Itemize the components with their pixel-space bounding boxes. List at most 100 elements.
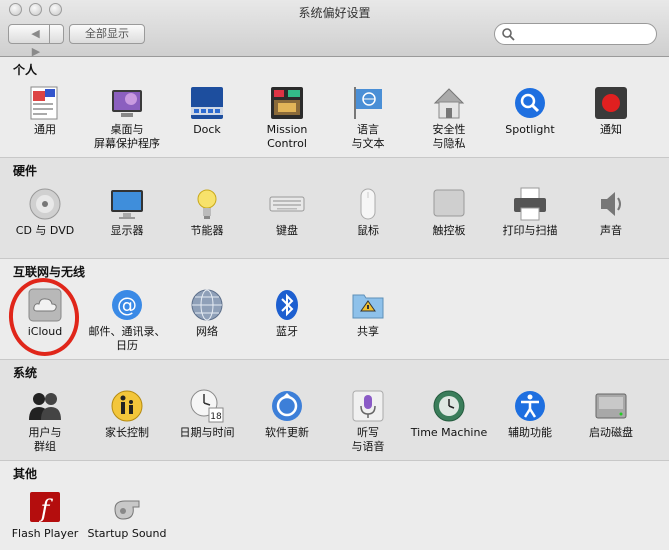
item-label: Time Machine [410, 426, 488, 439]
search-input[interactable] [517, 26, 653, 44]
pref-dock[interactable]: Dock [166, 85, 248, 137]
item-label: 触控板 [432, 224, 466, 237]
item-label: 听写 与语音 [351, 426, 385, 453]
pref-date-time[interactable]: 18 日期与时间 [166, 388, 248, 440]
pref-security-privacy[interactable]: 安全性 与隐私 [408, 85, 490, 151]
bluetooth-icon [269, 287, 305, 323]
item-label: Mission Control [266, 123, 308, 150]
section-system: 系统 用户与 群组 家长控制 18 日期与时间 软件更新 听写 与语音 Time [0, 360, 669, 461]
spotlight-icon [512, 85, 548, 121]
disc-icon [27, 186, 63, 222]
pref-parental-controls[interactable]: 家长控制 [86, 388, 168, 440]
keyboard-icon [269, 186, 305, 222]
accessibility-icon [512, 388, 548, 424]
pref-cd-dvd[interactable]: CD 与 DVD [4, 186, 86, 238]
back-button[interactable]: ◀ [22, 25, 50, 43]
mouse-icon [350, 186, 386, 222]
pref-sharing[interactable]: 共享 [327, 287, 409, 339]
pref-mouse[interactable]: 鼠标 [327, 186, 409, 238]
speaker-icon [593, 186, 629, 222]
item-label: 打印与扫描 [502, 224, 558, 237]
microphone-icon [350, 388, 386, 424]
section-personal: 个人 通用 桌面与 屏幕保护程序 Dock Mission Control 语言… [0, 57, 669, 158]
item-label: 键盘 [276, 224, 298, 237]
item-label: CD 与 DVD [15, 224, 75, 237]
search-field[interactable] [494, 23, 657, 45]
item-label: 桌面与 屏幕保护程序 [94, 123, 160, 150]
un-flag-icon [350, 85, 386, 121]
pref-trackpad[interactable]: 触控板 [408, 186, 490, 238]
pref-users-groups[interactable]: 用户与 群组 [4, 388, 86, 454]
sharing-folder-icon [350, 287, 386, 323]
pref-spotlight[interactable]: Spotlight [489, 85, 571, 137]
section-label: 互联网与无线 [13, 265, 86, 279]
toolbar: 系统偏好设置 ◀▶ 全部显示 [0, 0, 669, 58]
item-label: 节能器 [190, 224, 224, 237]
pref-flash-player[interactable]: f Flash Player [4, 489, 86, 541]
section-hardware: 硬件 CD 与 DVD 显示器 节能器 键盘 鼠标 触控板 打印与扫描 声音 [0, 158, 669, 259]
pref-energy-saver[interactable]: 节能器 [166, 186, 248, 238]
pref-software-update[interactable]: 软件更新 [246, 388, 328, 440]
pref-keyboard[interactable]: 键盘 [246, 186, 328, 238]
desktop-icon [109, 85, 145, 121]
parental-controls-icon [109, 388, 145, 424]
pref-mission-control[interactable]: Mission Control [246, 85, 328, 151]
item-label: 安全性 与隐私 [432, 123, 466, 150]
item-label: 共享 [357, 325, 379, 338]
globe-icon [189, 287, 225, 323]
item-label: 蓝牙 [276, 325, 298, 338]
flash-player-icon: f [27, 489, 63, 525]
general-icon [27, 85, 63, 121]
item-label: Flash Player [11, 527, 79, 540]
time-machine-icon [431, 388, 467, 424]
item-label: 鼠标 [357, 224, 379, 237]
pref-language-text[interactable]: 语言 与文本 [327, 85, 409, 151]
window-title: 系统偏好设置 [298, 6, 371, 20]
pref-dictation-speech[interactable]: 听写 与语音 [327, 388, 409, 454]
pref-network[interactable]: 网络 [166, 287, 248, 339]
pref-general[interactable]: 通用 [4, 85, 86, 137]
pref-bluetooth[interactable]: 蓝牙 [246, 287, 328, 339]
printer-icon [512, 186, 548, 222]
item-label: 启动磁盘 [589, 426, 633, 439]
house-icon [431, 85, 467, 121]
clock-calendar-icon: 18 [189, 388, 225, 424]
pref-desktop-screensaver[interactable]: 桌面与 屏幕保护程序 [86, 85, 168, 151]
item-label: 声音 [600, 224, 622, 237]
item-label: 日期与时间 [179, 426, 235, 439]
at-sign-icon: @ [109, 287, 145, 323]
pref-time-machine[interactable]: Time Machine [408, 388, 490, 440]
pref-mail-contacts-calendars[interactable]: @ 邮件、通讯录、 日历 [86, 287, 168, 353]
pref-startup-sound[interactable]: Startup Sound [86, 489, 168, 541]
section-label: 系统 [13, 366, 38, 380]
section-other: 其他 f Flash Player Startup Sound [0, 461, 669, 550]
lightbulb-icon [189, 186, 225, 222]
pref-notifications[interactable]: 通知 [570, 85, 652, 137]
dock-icon [189, 85, 225, 121]
show-all-button[interactable]: 全部显示 [69, 24, 145, 44]
item-label: 家长控制 [105, 426, 149, 439]
item-label: Spotlight [505, 123, 555, 136]
pref-displays[interactable]: 显示器 [86, 186, 168, 238]
users-icon [27, 388, 63, 424]
item-label: 辅助功能 [508, 426, 552, 439]
pref-accessibility[interactable]: 辅助功能 [489, 388, 571, 440]
item-label: 用户与 群组 [28, 426, 62, 453]
section-label: 其他 [13, 467, 38, 481]
notifications-icon [593, 85, 629, 121]
item-label: Dock [193, 123, 221, 136]
item-label: 网络 [196, 325, 218, 338]
whistle-icon [109, 489, 145, 525]
trackpad-icon [431, 186, 467, 222]
mission-control-icon [269, 85, 305, 121]
item-label: 软件更新 [265, 426, 309, 439]
section-internet-wireless: 互联网与无线 iCloud @ 邮件、通讯录、 日历 网络 蓝牙 共享 [0, 259, 669, 360]
item-label: 显示器 [110, 224, 144, 237]
pref-sound[interactable]: 声音 [570, 186, 652, 238]
svg-text:18: 18 [210, 412, 222, 422]
item-label: Startup Sound [87, 527, 167, 540]
pref-startup-disk[interactable]: 启动磁盘 [570, 388, 652, 440]
pref-print-scan[interactable]: 打印与扫描 [489, 186, 571, 238]
item-label: 邮件、通讯录、 日历 [88, 325, 166, 352]
section-label: 硬件 [13, 164, 38, 178]
